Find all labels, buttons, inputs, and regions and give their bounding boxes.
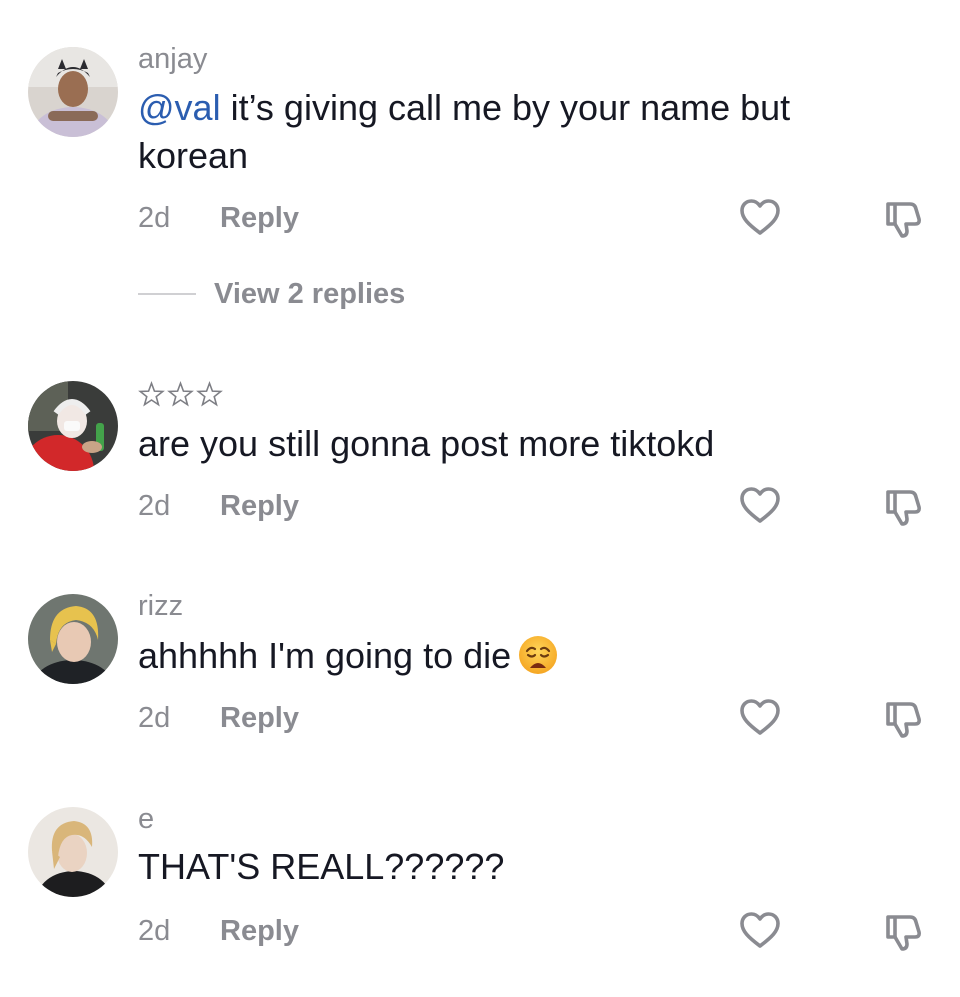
comment-text: THAT'S REALL?????? xyxy=(138,846,505,887)
thumbs-down-outline-icon xyxy=(886,202,921,238)
avatar[interactable] xyxy=(28,381,118,471)
comment-meta: 2d Reply xyxy=(138,486,299,526)
thumbs-down-outline-icon xyxy=(886,915,921,951)
reply-button[interactable]: Reply xyxy=(220,202,299,235)
comment-meta: 2d Reply xyxy=(138,911,299,951)
weary-face-emoji-icon xyxy=(517,634,559,676)
heart-outline-icon xyxy=(740,699,780,735)
username-stars[interactable] xyxy=(138,381,223,411)
comment-time: 2d xyxy=(138,201,171,234)
comment-time: 2d xyxy=(138,914,171,947)
like-button[interactable] xyxy=(738,696,782,740)
view-replies-label: View 2 replies xyxy=(214,277,406,310)
dislike-button[interactable] xyxy=(882,196,926,240)
reply-button[interactable]: Reply xyxy=(220,915,299,948)
dislike-button[interactable] xyxy=(882,484,926,528)
comment-username[interactable]: e xyxy=(138,801,154,837)
avatar[interactable] xyxy=(28,47,118,137)
heart-outline-icon xyxy=(740,912,780,948)
comment-username[interactable]: anjay xyxy=(138,41,207,77)
star-icon xyxy=(196,381,223,407)
comment-time: 2d xyxy=(138,701,171,734)
reply-button[interactable]: Reply xyxy=(220,702,299,735)
comment-text-body: it’s giving call me by your name but kor… xyxy=(138,87,791,176)
star-icon xyxy=(167,381,194,407)
like-button[interactable] xyxy=(738,484,782,528)
like-button[interactable] xyxy=(738,196,782,240)
mention-link[interactable]: @val xyxy=(138,87,221,128)
view-replies-button[interactable]: View 2 replies xyxy=(138,276,405,312)
thumbs-down-outline-icon xyxy=(886,702,921,738)
dislike-button[interactable] xyxy=(882,696,926,740)
comment-text: ahhhhh I'm going to die xyxy=(138,632,868,680)
like-button[interactable] xyxy=(738,909,782,953)
avatar[interactable] xyxy=(28,594,118,684)
comment-text: are you still gonna post more tiktokd xyxy=(138,423,715,464)
comment-time: 2d xyxy=(138,489,171,522)
avatar[interactable] xyxy=(28,807,118,897)
divider-line xyxy=(138,293,196,295)
comment-meta: 2d Reply xyxy=(138,698,299,738)
star-icon xyxy=(138,381,165,407)
comment-username[interactable]: rizz xyxy=(138,588,183,624)
reply-button[interactable]: Reply xyxy=(220,490,299,523)
heart-outline-icon xyxy=(740,487,780,523)
comment-text: @val it’s giving call me by your name bu… xyxy=(138,84,868,180)
comment-text-body: ahhhhh I'm going to die xyxy=(138,635,512,676)
comment-meta: 2d Reply xyxy=(138,198,299,238)
heart-outline-icon xyxy=(740,199,780,235)
thumbs-down-outline-icon xyxy=(886,490,921,526)
dislike-button[interactable] xyxy=(882,909,926,953)
